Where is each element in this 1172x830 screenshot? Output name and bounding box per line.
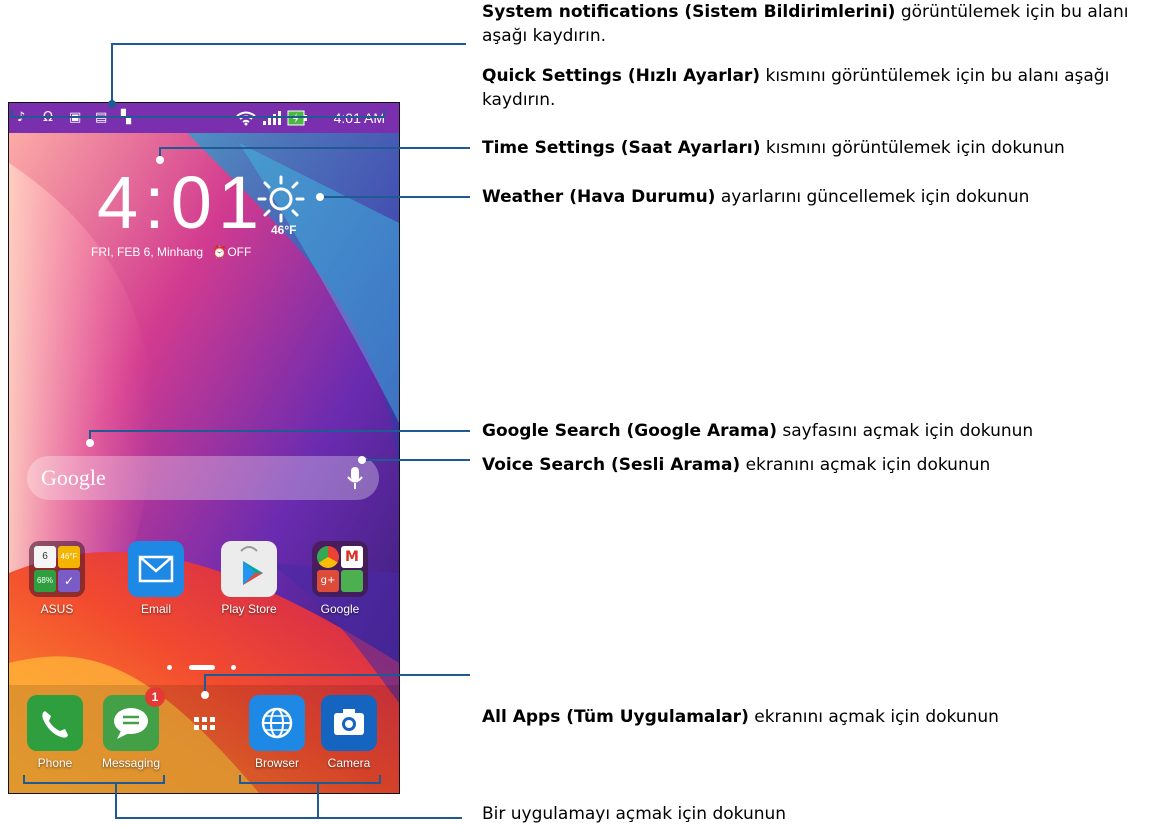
annotation-text: Bir uygulamayı açmak için dokunun	[482, 804, 787, 824]
chrome-icon	[317, 546, 339, 568]
headphones-icon: Ω	[43, 110, 53, 125]
wifi-icon	[236, 111, 256, 126]
messaging-icon: 1	[103, 687, 165, 751]
sun-icon[interactable]	[257, 175, 305, 223]
app-google-folder[interactable]: M g+ Google	[300, 541, 380, 616]
all-apps-button[interactable]	[164, 695, 244, 751]
annotation-bold: All Apps (Tüm Uygulamalar)	[482, 707, 749, 727]
screenshot-stage: ♪ Ω ▣ ▤ ▚ 4:01 AM 4:01 46°F FRI, FEB 6, …	[0, 0, 1172, 830]
annotation-open-app: Bir uygulamayı açmak için dokunun	[482, 802, 1172, 826]
image-icon: ▣	[69, 110, 82, 125]
music-icon: ♪	[17, 110, 26, 125]
chat-icon: ▤	[95, 110, 108, 125]
app-play-store[interactable]: Play Store	[209, 541, 289, 616]
annotation-bold: Google Search (Google Arama)	[482, 421, 777, 441]
app-label: ASUS	[40, 602, 74, 616]
app-label: Email	[140, 602, 171, 616]
app-label: Google	[320, 602, 360, 616]
app-phone[interactable]: Phone	[15, 695, 95, 770]
gmail-icon: M	[341, 546, 363, 568]
weather-temperature[interactable]: 46°F	[271, 223, 296, 237]
phone-icon	[27, 695, 83, 751]
phone-home-screen: ♪ Ω ▣ ▤ ▚ 4:01 AM 4:01 46°F FRI, FEB 6, …	[8, 102, 400, 794]
alarm-icon: ⏰	[212, 245, 228, 259]
calendar-tile: 6	[34, 546, 56, 568]
browser-globe-icon	[249, 695, 305, 751]
app-label: Browser	[254, 756, 299, 770]
annotation-quick-settings: Quick Settings (Hızlı Ayarlar) kısmını g…	[482, 64, 1162, 112]
page-dot-active	[189, 665, 215, 670]
sd-card-icon: ▚	[121, 110, 131, 125]
signal-icon	[263, 111, 281, 125]
date-location-line: FRI, FEB 6, Minhang ⏰OFF	[91, 245, 251, 259]
app-browser[interactable]: Browser	[237, 695, 317, 770]
annotation-text: ekranını açmak için dokunun	[740, 455, 991, 475]
battery-charging-icon	[287, 110, 307, 126]
clock-time[interactable]: 4:01	[97, 163, 265, 243]
camera-icon	[321, 695, 377, 751]
annotation-voice-search: Voice Search (Sesli Arama) ekranını açma…	[482, 453, 1172, 477]
microphone-icon[interactable]	[347, 466, 363, 490]
annotation-text: sayfasını açmak için dokunun	[776, 421, 1034, 441]
app-messaging[interactable]: 1 Messaging	[91, 687, 171, 770]
app-label: Play Store	[221, 602, 277, 616]
alarm-status: OFF	[227, 245, 252, 259]
google-logo: Google	[41, 465, 106, 490]
page-dot	[231, 665, 236, 670]
unread-badge: 1	[145, 687, 165, 707]
annotation-text: kısmını görüntülemek için dokunun	[760, 138, 1065, 158]
annotation-text: ayarlarını güncellemek için dokunun	[715, 187, 1030, 207]
app-camera[interactable]: Camera	[309, 695, 389, 770]
date-location: FRI, FEB 6, Minhang	[91, 245, 204, 259]
app-label: Phone	[37, 756, 73, 770]
annotation-bold: Time Settings (Saat Ayarları)	[482, 138, 761, 158]
google-folder-icon: M g+	[312, 541, 368, 597]
email-icon	[128, 541, 184, 597]
annotation-all-apps: All Apps (Tüm Uygulamalar) ekranını açma…	[482, 705, 1172, 729]
asus-folder-icon: 6 46°F 68% ✓	[29, 541, 85, 597]
app-asus-folder[interactable]: 6 46°F 68% ✓ ASUS	[17, 541, 97, 616]
app-email[interactable]: Email	[116, 541, 196, 616]
annotation-text: ekranını açmak için dokunun	[748, 707, 999, 727]
annotation-bold: Weather (Hava Durumu)	[482, 187, 716, 207]
google-plus-icon: g+	[317, 570, 339, 592]
weather-tile: 46°F	[58, 546, 80, 568]
all-apps-grid-icon	[176, 695, 232, 751]
app-label: Messaging	[101, 756, 161, 770]
annotation-system-notifications: System notifications (Sistem Bildirimler…	[482, 0, 1162, 48]
check-icon: ✓	[58, 570, 80, 592]
google-search-bar[interactable]: Google	[27, 456, 379, 500]
annotation-bold: System notifications (Sistem Bildirimler…	[482, 2, 896, 22]
battery-tile: 68%	[34, 570, 56, 592]
annotation-bold: Quick Settings (Hızlı Ayarlar)	[482, 66, 761, 86]
annotation-time-settings: Time Settings (Saat Ayarları) kısmını gö…	[482, 136, 1172, 160]
app-label: Camera	[327, 756, 371, 770]
page-dot	[167, 665, 172, 670]
annotation-google-search: Google Search (Google Arama) sayfasını a…	[482, 419, 1172, 443]
maps-icon	[341, 570, 363, 592]
annotation-bold: Voice Search (Sesli Arama)	[482, 455, 741, 475]
status-bar[interactable]: ♪ Ω ▣ ▤ ▚ 4:01 AM	[9, 103, 399, 133]
play-store-icon	[221, 541, 277, 597]
annotation-weather: Weather (Hava Durumu) ayarlarını güncell…	[482, 185, 1172, 209]
status-time: 4:01 AM	[333, 110, 385, 126]
